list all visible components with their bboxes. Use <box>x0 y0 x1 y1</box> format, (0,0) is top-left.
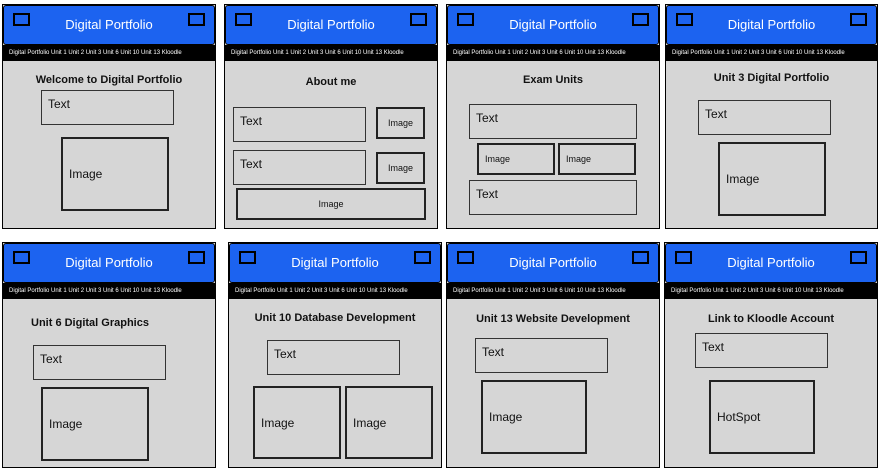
wireframe-card-exam-units: Digital Portfolio Digital Portfolio Unit… <box>446 4 660 229</box>
window-icon <box>188 13 205 26</box>
text-box: Text <box>233 107 366 142</box>
page-title: Unit 10 Database Development <box>254 312 416 324</box>
nav-bar: Digital Portfolio Unit 1 Unit 2 Unit 3 U… <box>229 283 441 299</box>
header-bar: Digital Portfolio <box>225 5 437 45</box>
header-bar: Digital Portfolio <box>665 243 877 283</box>
image-box: Image <box>345 386 433 459</box>
image-box: Image <box>718 142 826 216</box>
image-box: Image <box>376 107 425 139</box>
text-box: Text <box>469 104 637 139</box>
nav-bar: Digital Portfolio Unit 1 Unit 2 Unit 3 U… <box>447 45 659 61</box>
nav-bar: Digital Portfolio Unit 1 Unit 2 Unit 3 U… <box>665 283 877 299</box>
image-box: Image <box>61 137 169 211</box>
wireframe-card-unit3: Digital Portfolio Digital Portfolio Unit… <box>665 4 878 229</box>
hotspot-box: HotSpot <box>709 380 815 454</box>
page-title: Exam Units <box>523 74 583 86</box>
text-box: Text <box>33 345 166 380</box>
image-box: Image <box>558 143 636 175</box>
image-box: Image <box>477 143 555 175</box>
page-title: Unit 13 Website Development <box>476 313 630 325</box>
wireframe-card-kloodle: Digital Portfolio Digital Portfolio Unit… <box>664 242 878 468</box>
header-title: Digital Portfolio <box>727 17 816 32</box>
image-box: Image <box>481 380 587 454</box>
text-box: Text <box>469 180 637 215</box>
text-box: Text <box>475 338 608 373</box>
header-title: Digital Portfolio <box>65 17 153 32</box>
header-title: Digital Portfolio <box>509 17 597 32</box>
window-icon <box>632 13 649 26</box>
window-icon <box>414 251 431 264</box>
header-bar: Digital Portfolio <box>229 243 441 283</box>
nav-bar: Digital Portfolio Unit 1 Unit 2 Unit 3 U… <box>3 283 215 299</box>
wireframe-card-unit13: Digital Portfolio Digital Portfolio Unit… <box>446 242 660 468</box>
nav-bar: Digital Portfolio Unit 1 Unit 2 Unit 3 U… <box>225 45 437 61</box>
header-bar: Digital Portfolio <box>447 243 659 283</box>
window-icon <box>850 13 867 26</box>
image-box: Image <box>236 188 426 220</box>
page-title: Unit 3 Digital Portfolio <box>713 72 830 84</box>
text-box: Text <box>698 100 831 135</box>
window-icon <box>410 13 427 26</box>
text-box: Text <box>695 333 828 368</box>
window-icon <box>632 251 649 264</box>
page-title: About me <box>305 76 357 88</box>
header-title: Digital Portfolio <box>287 17 375 32</box>
header-bar: Digital Portfolio <box>447 5 659 45</box>
page-title: Link to Kloodle Account <box>707 313 835 325</box>
wireframe-card-about: Digital Portfolio Digital Portfolio Unit… <box>224 4 438 229</box>
wireframe-card-welcome: Digital Portfolio Digital Portfolio Unit… <box>2 4 216 229</box>
image-box: Image <box>41 387 149 461</box>
page-title: Welcome to Digital Portfolio <box>35 74 183 86</box>
wireframe-card-unit10: Digital Portfolio Digital Portfolio Unit… <box>228 242 442 468</box>
text-box: Text <box>233 150 366 185</box>
image-box: Image <box>376 152 425 184</box>
image-box: Image <box>253 386 341 459</box>
text-box: Text <box>41 90 174 125</box>
nav-bar: Digital Portfolio Unit 1 Unit 2 Unit 3 U… <box>447 283 659 299</box>
text-box: Text <box>267 340 400 375</box>
window-icon <box>850 251 867 264</box>
header-title: Digital Portfolio <box>727 255 815 270</box>
nav-bar: Digital Portfolio Unit 1 Unit 2 Unit 3 U… <box>666 45 877 61</box>
header-bar: Digital Portfolio <box>666 5 877 45</box>
window-icon <box>188 251 205 264</box>
page-title: Unit 6 Digital Graphics <box>31 317 149 329</box>
header-title: Digital Portfolio <box>65 255 153 270</box>
wireframe-card-unit6: Digital Portfolio Digital Portfolio Unit… <box>2 242 216 468</box>
header-bar: Digital Portfolio <box>3 5 215 45</box>
header-title: Digital Portfolio <box>509 255 597 270</box>
header-bar: Digital Portfolio <box>3 243 215 283</box>
header-title: Digital Portfolio <box>291 255 379 270</box>
nav-bar: Digital Portfolio Unit 1 Unit 2 Unit 3 U… <box>3 45 215 61</box>
